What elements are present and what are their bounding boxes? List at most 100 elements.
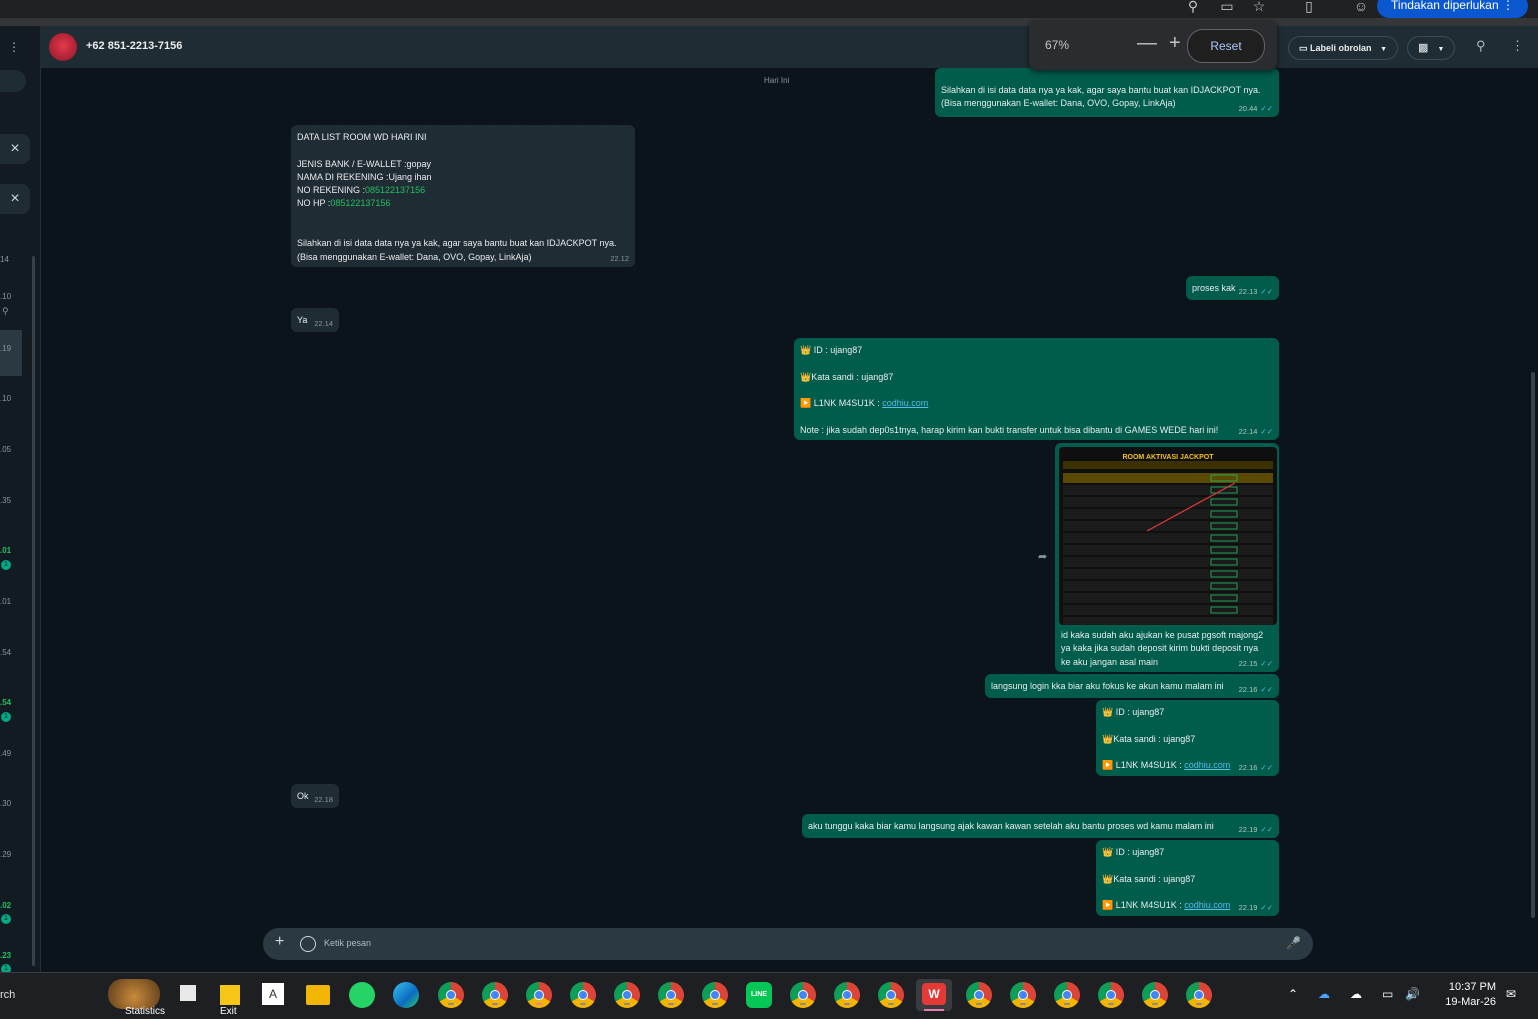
- image-attachment[interactable]: ROOM AKTIVASI JACKPOT: [1059, 447, 1277, 625]
- edge-icon[interactable]: [393, 982, 419, 1008]
- message-incoming[interactable]: DATA LIST ROOM WD HARI INI JENIS BANK / …: [291, 125, 635, 267]
- message-outgoing[interactable]: Silahkan di isi data data nya ya kak, ag…: [935, 68, 1279, 117]
- chrome-icon[interactable]: [1098, 982, 1124, 1008]
- zoom-in-button[interactable]: +: [1169, 32, 1181, 55]
- taskbar-search[interactable]: rch: [0, 989, 15, 1001]
- chrome-icon[interactable]: [438, 982, 464, 1008]
- login-link[interactable]: codhiu.com: [1184, 900, 1230, 910]
- chrome-icon[interactable]: [614, 982, 640, 1008]
- chrome-icon[interactable]: [1010, 982, 1036, 1008]
- notification-icon[interactable]: ✉: [1506, 987, 1516, 1001]
- double-check-icon: ✓✓: [1260, 658, 1273, 668]
- cloud-icon[interactable]: ☁: [1350, 987, 1362, 1001]
- phone-link[interactable]: 085122137156: [365, 185, 425, 195]
- clock-time: 10:37 PM: [1448, 981, 1496, 993]
- chrome-icon[interactable]: [482, 982, 508, 1008]
- news-widget-icon[interactable]: [108, 979, 160, 1009]
- running-indicator: [448, 1003, 454, 1005]
- phone-link[interactable]: 085122137156: [330, 198, 390, 208]
- message-text: Silahkan di isi data data nya ya kak, ag…: [297, 238, 617, 249]
- message-outgoing[interactable]: 👑 ID : ujang87 👑Kata sandi : ujang87 ▶️ …: [1096, 700, 1279, 776]
- chat-time: .02: [0, 901, 12, 910]
- taskbar-label: Statistics: [125, 1006, 166, 1017]
- chrome-icon[interactable]: [1186, 982, 1212, 1008]
- message-outgoing[interactable]: 👑 ID : ujang87 👑Kata sandi : ujang87 ▶️ …: [1096, 840, 1279, 916]
- search-icon[interactable]: ⚲: [1476, 38, 1486, 54]
- running-indicator: [1196, 1003, 1202, 1005]
- star-icon[interactable]: ☆: [1250, 0, 1268, 14]
- message-outgoing[interactable]: aku tunggu kaka biar kamu langsung ajak …: [802, 814, 1279, 838]
- wps-office-icon[interactable]: W: [916, 979, 952, 1011]
- chrome-icon[interactable]: [526, 982, 552, 1008]
- chat-time: .23: [0, 951, 12, 960]
- running-indicator: [844, 1003, 850, 1005]
- message-outgoing-image[interactable]: ROOM AKTIVASI JACKPOT id kaka sudah aku …: [1055, 443, 1279, 672]
- chrome-icon[interactable]: [966, 982, 992, 1008]
- profile-icon[interactable]: ☺: [1352, 0, 1370, 14]
- microphone-icon[interactable]: 🎤: [1286, 936, 1301, 950]
- notepad-icon[interactable]: [180, 985, 196, 1001]
- chrome-icon[interactable]: [834, 982, 860, 1008]
- action-required-button[interactable]: Tindakan diperlukan ⋮: [1377, 0, 1528, 18]
- sticker-icon[interactable]: [300, 936, 316, 952]
- chrome-icon[interactable]: [570, 982, 596, 1008]
- message-time: 22.18: [314, 794, 333, 804]
- more-options-icon[interactable]: ⋮: [1511, 38, 1524, 54]
- message-outgoing[interactable]: langsung login kka biar aku fokus ke aku…: [985, 674, 1279, 698]
- zoom-reset-button[interactable]: Reset: [1187, 29, 1265, 63]
- message-time: 22.16 ✓✓: [1239, 683, 1273, 696]
- close-icon[interactable]: ×: [0, 184, 30, 214]
- chat-list-panel: ⋮ × × 14 .10 ⚲ .19 .10 .05 .35 .01 1 .01…: [0, 26, 41, 974]
- avatar[interactable]: [49, 33, 77, 61]
- label-chat-button[interactable]: ▭ Labeli obrolan ▼: [1288, 36, 1398, 60]
- close-icon[interactable]: ×: [0, 134, 30, 164]
- message-outgoing[interactable]: 👑 ID : ujang87 👑Kata sandi : ujang87 ▶️ …: [794, 338, 1279, 440]
- chat-list-scrollbar[interactable]: [32, 256, 35, 966]
- sticky-notes-icon[interactable]: [220, 985, 240, 1005]
- chat-time: .29: [0, 850, 12, 859]
- chat-time: .10: [0, 292, 12, 301]
- whatsapp-icon[interactable]: [349, 982, 375, 1008]
- chrome-icon[interactable]: [1142, 982, 1168, 1008]
- chrome-icon[interactable]: [790, 982, 816, 1008]
- volume-icon[interactable]: 🔊: [1405, 987, 1420, 1001]
- contact-name[interactable]: +62 851-2213-7156: [86, 40, 182, 52]
- file-explorer-icon[interactable]: [306, 985, 330, 1005]
- document-app-icon[interactable]: A: [262, 983, 284, 1005]
- running-indicator: [1064, 1003, 1070, 1005]
- running-indicator: [1152, 1003, 1158, 1005]
- chrome-icon[interactable]: [658, 982, 684, 1008]
- search-icon[interactable]: ⚲: [1184, 0, 1202, 14]
- extensions-icon[interactable]: ▯: [1300, 0, 1318, 14]
- onedrive-icon[interactable]: ☁: [1318, 987, 1330, 1001]
- chat-item-selected[interactable]: [0, 330, 22, 376]
- browser-toolbar-strip: [0, 18, 1538, 26]
- line-app-icon[interactable]: LINE: [746, 982, 772, 1008]
- chat-time: 14: [0, 255, 9, 264]
- time-text: 22.15: [1238, 658, 1258, 668]
- attach-plus-icon[interactable]: +: [275, 933, 284, 951]
- taskbar-clock[interactable]: 10:37 PM 19-Mar-26: [1428, 980, 1496, 1010]
- message-incoming[interactable]: Ya 22.14: [291, 308, 339, 332]
- search-field-edge[interactable]: [0, 70, 26, 92]
- login-link[interactable]: codhiu.com: [882, 398, 928, 408]
- chrome-icon[interactable]: [702, 982, 728, 1008]
- message-text: ▶️ L1NK M4SU1K : codhiu.com: [800, 398, 929, 409]
- chrome-icon[interactable]: [878, 982, 904, 1008]
- message-outgoing[interactable]: proses kak 22.13 ✓✓: [1186, 276, 1279, 300]
- chevron-up-icon[interactable]: ⌃: [1288, 987, 1298, 1001]
- video-call-button[interactable]: ▩ ▼: [1407, 36, 1455, 60]
- running-indicator: [624, 1003, 630, 1005]
- message-input[interactable]: Ketik pesan: [324, 938, 371, 948]
- network-icon[interactable]: ▭: [1382, 987, 1393, 1001]
- login-link[interactable]: codhiu.com: [1184, 760, 1230, 770]
- time-text: 22.19: [1238, 824, 1258, 834]
- pin-icon: ⚲: [2, 306, 9, 316]
- forward-icon[interactable]: ➦: [1038, 550, 1047, 563]
- zoom-out-button[interactable]: —: [1137, 32, 1157, 55]
- menu-icon[interactable]: ⋮: [8, 40, 20, 54]
- chrome-icon[interactable]: [1054, 982, 1080, 1008]
- message-incoming[interactable]: Ok 22.18: [291, 784, 339, 808]
- conversation-scrollbar[interactable]: [1531, 372, 1535, 918]
- cast-icon[interactable]: ▭: [1218, 0, 1236, 14]
